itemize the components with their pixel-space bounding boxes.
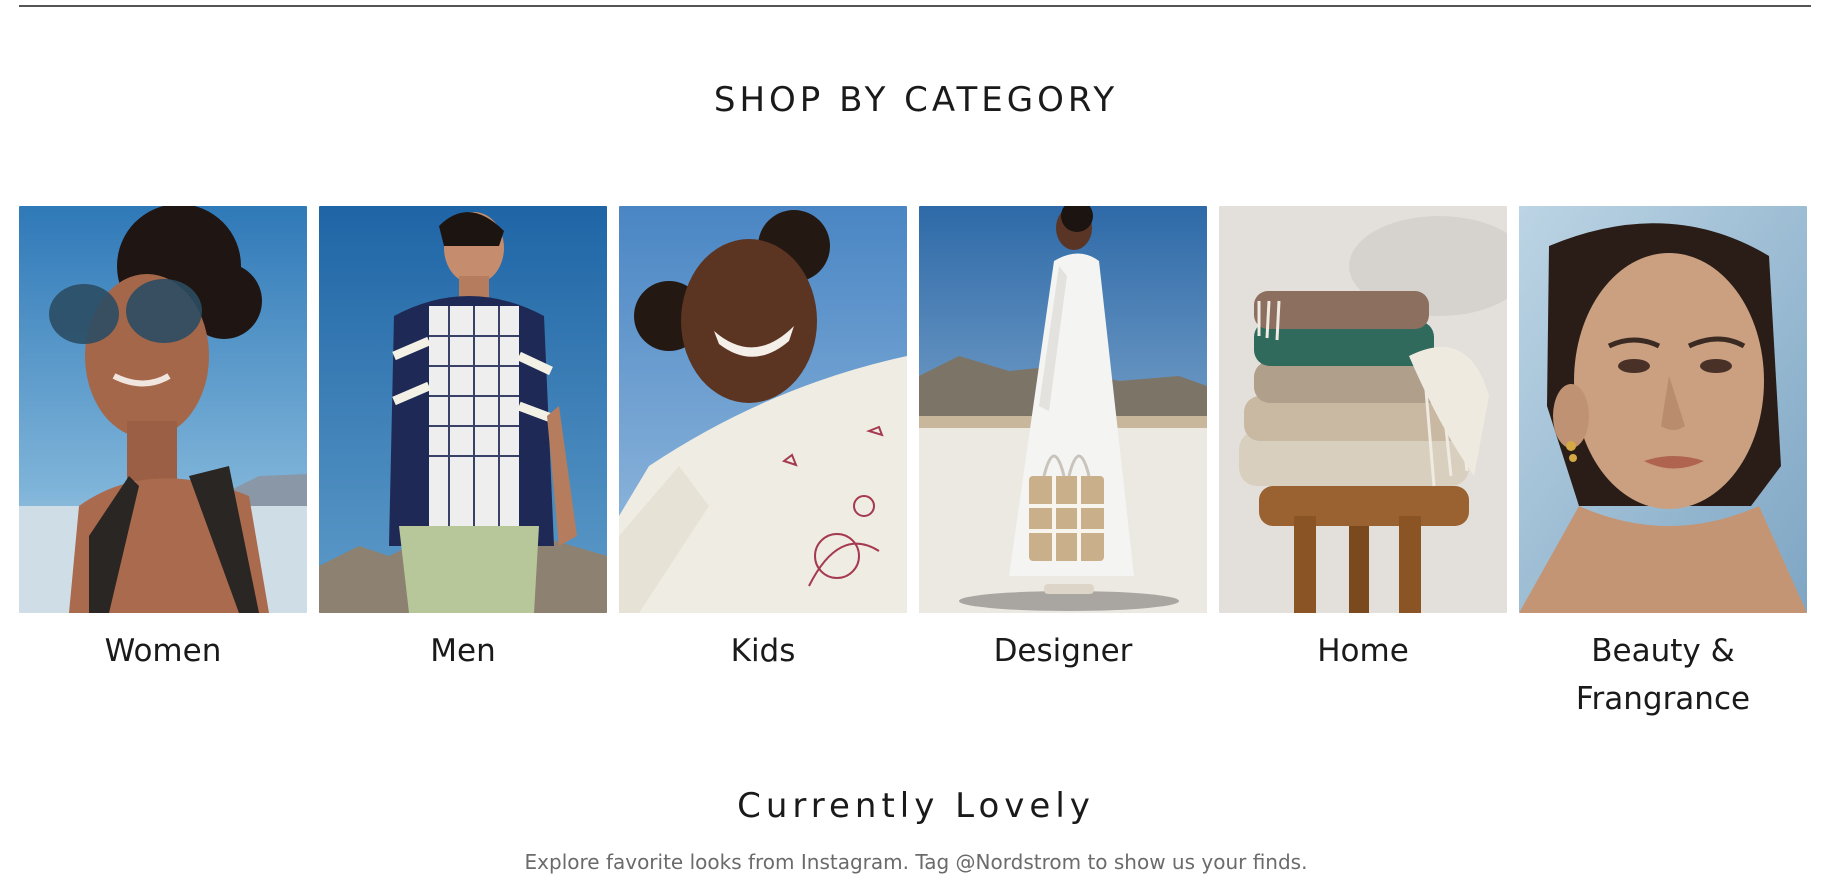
category-tile-home[interactable]: Home [1219,206,1507,675]
category-tile-kids[interactable]: Kids [619,206,907,675]
category-tile-men[interactable]: Men [319,206,607,675]
category-label-designer[interactable]: Designer [919,627,1207,675]
category-label-home[interactable]: Home [1219,627,1507,675]
category-tile-women[interactable]: Women [19,206,307,675]
category-image-home[interactable] [1219,206,1507,613]
category-label-women[interactable]: Women [19,627,307,675]
top-divider [19,5,1811,7]
currently-lovely-heading: Currently Lovely [737,786,1095,826]
category-image-beauty-fragrance[interactable] [1519,206,1807,613]
category-image-designer[interactable] [919,206,1207,613]
category-grid: Women Men Kids Designer Home Beauty & Fr… [19,206,1813,726]
currently-lovely-subtitle: Explore favorite looks from Instagram. T… [524,850,1308,874]
category-tile-beauty-fragrance[interactable]: Beauty & Frangrance [1519,206,1807,723]
category-label-beauty-fragrance[interactable]: Beauty & Frangrance [1519,627,1807,723]
category-tile-designer[interactable]: Designer [919,206,1207,675]
category-image-women[interactable] [19,206,307,613]
shop-by-category-heading: SHOP BY CATEGORY [713,80,1119,120]
category-label-kids[interactable]: Kids [619,627,907,675]
category-image-men[interactable] [319,206,607,613]
category-label-men[interactable]: Men [319,627,607,675]
category-image-kids[interactable] [619,206,907,613]
